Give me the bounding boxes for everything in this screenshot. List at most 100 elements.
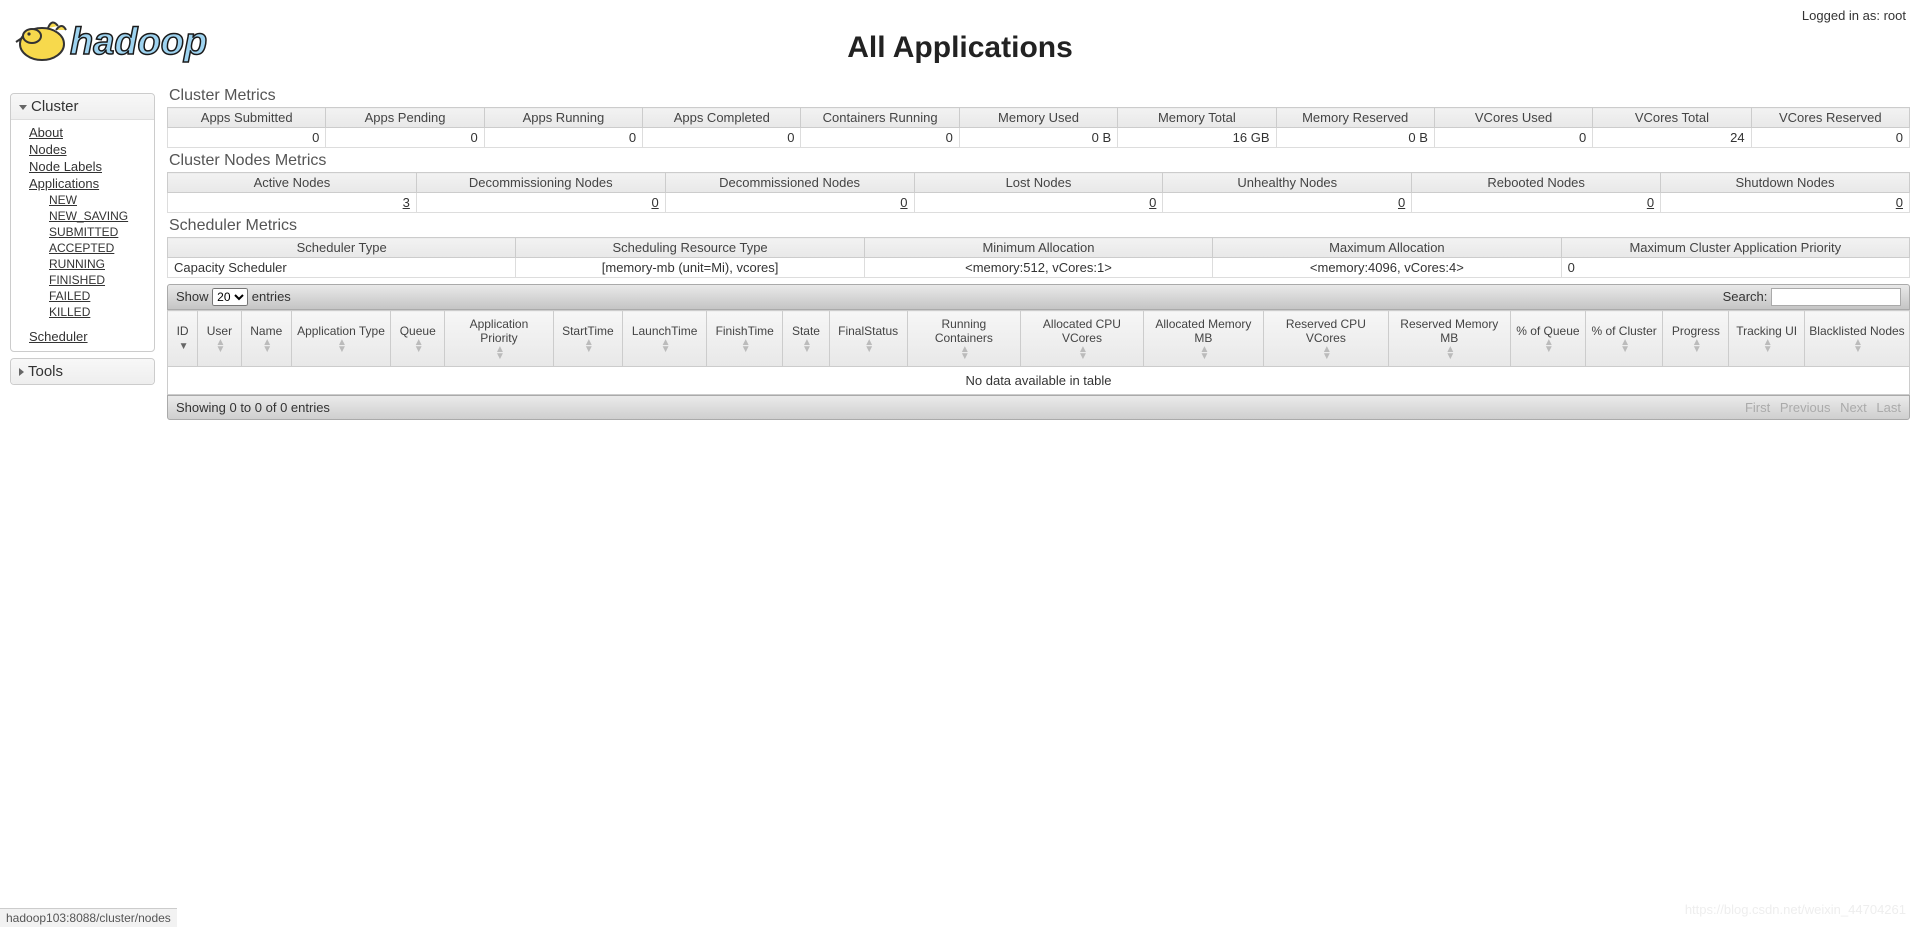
cluster-metrics-value: 0 <box>1751 128 1909 148</box>
svg-text:hadoop: hadoop <box>70 21 207 63</box>
apps-column-header[interactable]: FinalStatus▲▼ <box>829 311 907 367</box>
datatable-toolbar: Show 20 entries Search: <box>167 284 1910 310</box>
node-metrics-table: Active NodesDecommissioning NodesDecommi… <box>167 172 1910 213</box>
apps-column-header[interactable]: Application Priority▲▼ <box>445 311 553 367</box>
cluster-metrics-value: 0 <box>484 128 642 148</box>
sort-icon: ▲▼ <box>414 339 424 353</box>
datatable-pager: First Previous Next Last <box>1739 400 1901 415</box>
sidebar-link-app-submitted[interactable]: SUBMITTED <box>11 224 154 240</box>
node-metrics-value[interactable]: 0 <box>416 193 665 213</box>
node-metrics-value[interactable]: 0 <box>1163 193 1412 213</box>
node-metrics-value[interactable]: 0 <box>914 193 1163 213</box>
sidebar-link-app-killed[interactable]: KILLED <box>11 304 154 320</box>
apps-column-header[interactable]: Name▲▼ <box>241 311 291 367</box>
cluster-metrics-value: 16 GB <box>1118 128 1276 148</box>
nav-section-label: Tools <box>28 363 63 380</box>
column-label: FinalStatus <box>838 324 898 338</box>
sort-icon: ▲▼ <box>584 339 594 353</box>
column-label: Application Type <box>297 324 385 338</box>
applications-table: ID▼User▲▼Name▲▼Application Type▲▼Queue▲▼… <box>167 310 1910 367</box>
sidebar-link-about[interactable]: About <box>11 124 154 141</box>
nav-section-cluster[interactable]: Cluster <box>11 94 154 120</box>
cluster-metrics-title: Cluster Metrics <box>169 87 1910 105</box>
cluster-metrics-header: VCores Total <box>1593 108 1751 128</box>
sidebar-link-app-failed[interactable]: FAILED <box>11 288 154 304</box>
column-label: Reserved Memory MB <box>1393 317 1506 345</box>
sort-icon: ▲▼ <box>1544 339 1554 353</box>
apps-column-header[interactable]: % of Cluster▲▼ <box>1586 311 1663 367</box>
cluster-metrics-header: Memory Total <box>1118 108 1276 128</box>
apps-column-header[interactable]: Reserved Memory MB▲▼ <box>1388 311 1510 367</box>
pager-next[interactable]: Next <box>1840 400 1867 415</box>
apps-column-header[interactable]: LaunchTime▲▼ <box>623 311 707 367</box>
column-label: Name <box>250 324 282 338</box>
scheduler-metrics-value: Capacity Scheduler <box>168 258 516 278</box>
nav-section-tools[interactable]: Tools <box>11 359 154 384</box>
column-label: Progress <box>1672 324 1720 338</box>
node-metrics-header: Active Nodes <box>168 173 417 193</box>
sidebar-link-app-finished[interactable]: FINISHED <box>11 272 154 288</box>
sort-icon: ▲▼ <box>960 346 970 360</box>
scheduler-metrics-header: Scheduler Type <box>168 238 516 258</box>
node-metrics-value[interactable]: 0 <box>1661 193 1910 213</box>
apps-column-header[interactable]: State▲▼ <box>783 311 829 367</box>
sidebar-link-node-labels[interactable]: Node Labels <box>11 158 154 175</box>
apps-column-header[interactable]: Application Type▲▼ <box>291 311 390 367</box>
statusbar: hadoop103:8088/cluster/nodes <box>0 908 177 927</box>
page-title: All Applications <box>12 31 1908 65</box>
apps-column-header[interactable]: ID▼ <box>168 311 198 367</box>
node-metrics-value[interactable]: 0 <box>665 193 914 213</box>
sort-icon: ▲▼ <box>215 339 225 353</box>
cluster-metrics-value: 0 B <box>1276 128 1434 148</box>
apps-column-header[interactable]: Progress▲▼ <box>1663 311 1729 367</box>
apps-column-header[interactable]: Allocated CPU VCores▲▼ <box>1020 311 1143 367</box>
node-metrics-value[interactable]: 3 <box>168 193 417 213</box>
cluster-metrics-header: Apps Pending <box>326 108 484 128</box>
column-label: Running Containers <box>912 317 1016 345</box>
sidebar-link-app-new[interactable]: NEW <box>11 192 154 208</box>
column-label: State <box>792 324 820 338</box>
sort-icon: ▲▼ <box>1763 339 1773 353</box>
cluster-metrics-table: Apps SubmittedApps PendingApps RunningAp… <box>167 107 1910 148</box>
pager-previous[interactable]: Previous <box>1780 400 1831 415</box>
cluster-metrics-value: 0 <box>168 128 326 148</box>
node-metrics-title: Cluster Nodes Metrics <box>169 152 1910 170</box>
sort-icon: ▲▼ <box>1620 339 1630 353</box>
apps-column-header[interactable]: FinishTime▲▼ <box>706 311 782 367</box>
apps-column-header[interactable]: StartTime▲▼ <box>553 311 623 367</box>
search-input[interactable] <box>1771 288 1901 306</box>
sidebar-link-app-running[interactable]: RUNNING <box>11 256 154 272</box>
search-label: Search: <box>1723 289 1768 304</box>
sort-icon: ▼ <box>179 343 189 350</box>
sidebar-link-app-accepted[interactable]: ACCEPTED <box>11 240 154 256</box>
scheduler-metrics-value: <memory:4096, vCores:4> <box>1213 258 1561 278</box>
cluster-metrics-header: VCores Reserved <box>1751 108 1909 128</box>
cluster-metrics-header: Apps Submitted <box>168 108 326 128</box>
cluster-metrics-header: Memory Used <box>959 108 1117 128</box>
scheduler-metrics-header: Maximum Allocation <box>1213 238 1561 258</box>
node-metrics-value[interactable]: 0 <box>1412 193 1661 213</box>
apps-column-header[interactable]: Blacklisted Nodes▲▼ <box>1804 311 1909 367</box>
sidebar-link-nodes[interactable]: Nodes <box>11 141 154 158</box>
page-size-select[interactable]: 20 <box>212 288 248 306</box>
node-metrics-header: Rebooted Nodes <box>1412 173 1661 193</box>
sidebar-link-applications[interactable]: Applications <box>11 175 154 192</box>
apps-column-header[interactable]: Queue▲▼ <box>391 311 445 367</box>
sidebar-link-scheduler[interactable]: Scheduler <box>11 328 154 345</box>
apps-column-header[interactable]: Tracking UI▲▼ <box>1729 311 1805 367</box>
apps-column-header[interactable]: Allocated Memory MB▲▼ <box>1143 311 1263 367</box>
sort-icon: ▲▼ <box>262 339 272 353</box>
cluster-metrics-header: VCores Used <box>1434 108 1592 128</box>
nav-section-label: Cluster <box>31 98 79 115</box>
pager-first[interactable]: First <box>1745 400 1770 415</box>
sidebar: Cluster About Nodes Node Labels Applicat… <box>10 93 155 391</box>
apps-column-header[interactable]: Running Containers▲▼ <box>907 311 1020 367</box>
apps-column-header[interactable]: User▲▼ <box>198 311 242 367</box>
apps-column-header[interactable]: Reserved CPU VCores▲▼ <box>1263 311 1388 367</box>
sidebar-link-app-new-saving[interactable]: NEW_SAVING <box>11 208 154 224</box>
sort-icon: ▲▼ <box>864 339 874 353</box>
cluster-metrics-header: Apps Completed <box>643 108 801 128</box>
datatable-info: Showing 0 to 0 of 0 entries <box>176 400 330 415</box>
pager-last[interactable]: Last <box>1876 400 1901 415</box>
apps-column-header[interactable]: % of Queue▲▼ <box>1510 311 1585 367</box>
